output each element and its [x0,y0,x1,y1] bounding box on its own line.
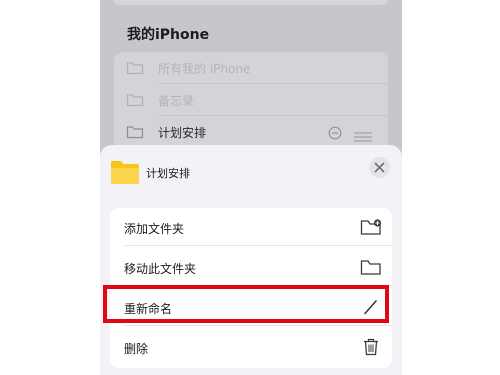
rename-action[interactable]: 重新命名 [110,288,392,326]
section-title: 我的iPhone [127,27,210,43]
reorder-grip-icon[interactable] [354,127,372,146]
folder-icon [110,159,140,189]
folder-icon [126,60,144,79]
close-icon [374,162,385,173]
folder-row-all-iphone[interactable]: 所有我的 iPhone [114,52,388,84]
sheet-title: 计划安排 [146,167,190,180]
folder-row-plan[interactable]: 计划安排 [114,116,388,148]
folder-label: 备忘录 [158,94,195,108]
top-search-bar [114,0,388,5]
add-folder-action[interactable]: 添加文件夹 [110,208,392,246]
delete-action[interactable]: 删除 [110,328,392,366]
action-label: 添加文件夹 [124,222,185,236]
move-folder-action[interactable]: 移动此文件夹 [110,248,392,286]
folder-label: 所有我的 iPhone [158,62,251,76]
folder-icon [126,124,144,143]
folder-icon [360,258,382,280]
close-button[interactable] [369,157,390,178]
divider [124,325,392,326]
folder-icon [126,92,144,111]
folder-label: 计划安排 [158,126,207,140]
more-circle-icon[interactable] [328,125,342,144]
folder-list: 所有我的 iPhone 备忘录 计划安排 [114,52,388,149]
phone-screen: 我的iPhone 所有我的 iPhone 备忘录 计划安排 计划安排 添加文件夹… [100,0,402,375]
divider [124,245,392,246]
action-label: 重新命名 [124,302,173,316]
action-sheet: 计划安排 添加文件夹 移动此文件夹 重新命名 删除 [100,145,402,375]
folder-row-notes[interactable]: 备忘录 [114,84,388,116]
folder-plus-icon [360,218,382,240]
action-list: 添加文件夹 移动此文件夹 重新命名 删除 [110,208,392,368]
action-label: 删除 [124,342,149,356]
divider [124,285,392,286]
action-label: 移动此文件夹 [124,262,197,276]
trash-icon [360,338,382,360]
pencil-icon [360,298,382,320]
